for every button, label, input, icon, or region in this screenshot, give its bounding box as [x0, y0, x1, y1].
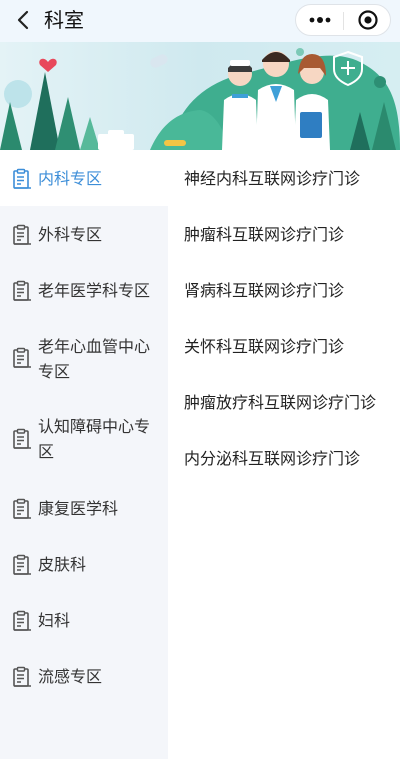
banner-illustration: [0, 42, 400, 150]
close-button[interactable]: [344, 5, 391, 35]
sidebar-item-label: 认知障碍中心专区: [38, 417, 151, 461]
hero-banner: [0, 42, 400, 150]
department-item[interactable]: 肿瘤科互联网诊疗门诊: [184, 223, 394, 247]
clipboard-icon: [13, 428, 31, 449]
sidebar-item-label: 皮肤科: [38, 555, 87, 574]
chevron-left-icon: [17, 10, 29, 30]
sidebar-item-geriatric-cardiovascular[interactable]: 老年心血管中心专区: [0, 318, 168, 398]
sidebar-item-influenza[interactable]: 流感专区: [0, 648, 168, 704]
clipboard-icon: [13, 347, 31, 368]
department-item[interactable]: 肾病科互联网诊疗门诊: [184, 279, 394, 303]
page-title: 科室: [44, 8, 84, 32]
more-button[interactable]: [296, 5, 343, 35]
mini-program-capsule: [295, 4, 391, 36]
clipboard-icon: [13, 498, 31, 519]
clipboard-icon: [13, 610, 31, 631]
sidebar-item-rehabilitation[interactable]: 康复医学科: [0, 480, 168, 536]
sidebar-item-surgery[interactable]: 外科专区: [0, 206, 168, 262]
clipboard-icon: [13, 168, 31, 189]
sidebar-item-label: 内科专区: [38, 169, 103, 188]
category-sidebar: 内科专区 外科专区 老年医学科专区 老年心血管中心专区 认知障碍中心专区 康复医…: [0, 150, 168, 759]
sidebar-item-cognitive-disorder[interactable]: 认知障碍中心专区: [0, 398, 168, 480]
clipboard-icon: [13, 554, 31, 575]
sidebar-item-label: 外科专区: [38, 225, 103, 244]
sidebar-item-geriatrics[interactable]: 老年医学科专区: [0, 262, 168, 318]
department-item[interactable]: 内分泌科互联网诊疗门诊: [184, 447, 394, 471]
sidebar-item-label: 老年心血管中心专区: [38, 337, 151, 381]
sidebar-item-label: 老年医学科专区: [38, 281, 151, 300]
sidebar-item-gynecology[interactable]: 妇科: [0, 592, 168, 648]
clipboard-icon: [13, 224, 31, 245]
department-item[interactable]: 肿瘤放疗科互联网诊疗门诊: [184, 391, 394, 415]
department-item[interactable]: 神经内科互联网诊疗门诊: [184, 167, 394, 191]
department-item[interactable]: 关怀科互联网诊疗门诊: [184, 335, 394, 359]
department-list: 神经内科互联网诊疗门诊 肿瘤科互联网诊疗门诊 肾病科互联网诊疗门诊 关怀科互联网…: [168, 150, 400, 759]
clipboard-icon: [13, 666, 31, 687]
more-dots-icon: [309, 17, 330, 23]
target-close-icon: [357, 10, 378, 30]
sidebar-item-dermatology[interactable]: 皮肤科: [0, 536, 168, 592]
clipboard-icon: [13, 280, 31, 301]
sidebar-item-internal-medicine[interactable]: 内科专区: [0, 150, 168, 206]
back-button[interactable]: [8, 4, 38, 36]
sidebar-item-label: 流感专区: [38, 667, 103, 686]
sidebar-item-label: 妇科: [38, 611, 71, 630]
top-navbar: 科室: [0, 0, 400, 42]
sidebar-item-label: 康复医学科: [38, 499, 119, 518]
